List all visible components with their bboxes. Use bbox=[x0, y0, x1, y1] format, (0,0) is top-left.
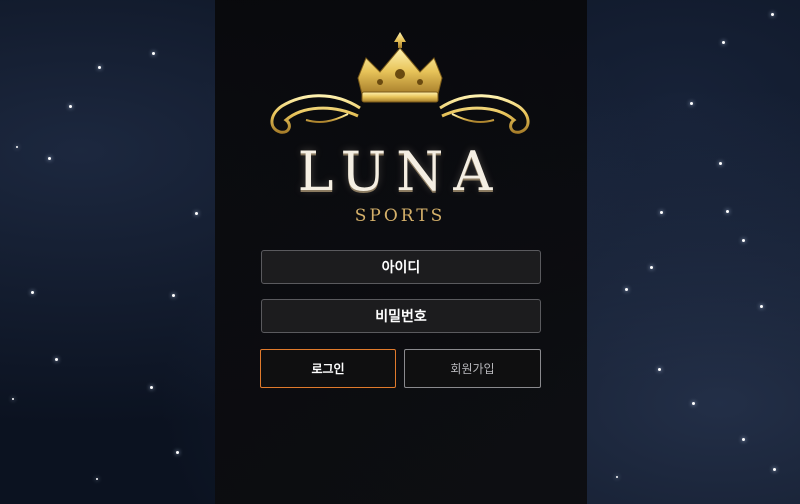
login-button-label: 로그인 bbox=[311, 362, 345, 376]
password-input[interactable] bbox=[261, 299, 541, 333]
signup-button-label: 회원가입 bbox=[450, 362, 495, 376]
luna-sports-logo: LUNA SPORTS bbox=[262, 28, 538, 228]
brand-tagline: SPORTS bbox=[354, 206, 446, 226]
login-button[interactable]: 로그인 bbox=[260, 349, 396, 388]
signup-button[interactable]: 회원가입 bbox=[404, 349, 541, 388]
crown-icon bbox=[270, 32, 530, 134]
brand-name: LUNA bbox=[297, 140, 503, 203]
user-id-input[interactable] bbox=[261, 250, 541, 284]
